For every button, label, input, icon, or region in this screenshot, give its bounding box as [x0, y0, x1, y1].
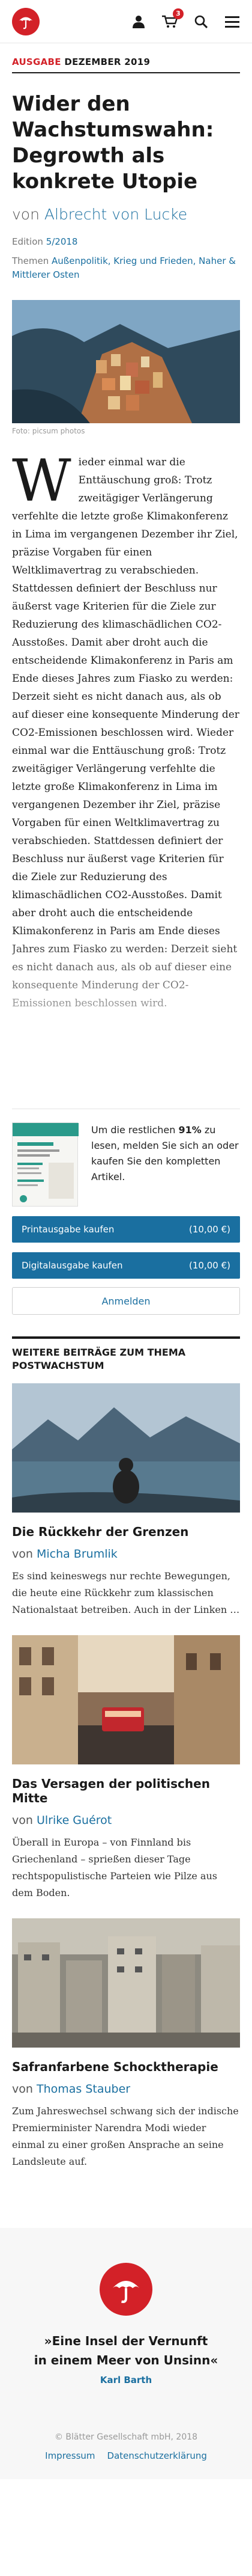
author-link[interactable]: Albrecht von Lucke	[44, 206, 187, 223]
teaser-card[interactable]: Die Rückkehr der Grenzen von Micha Bruml…	[12, 1383, 240, 1618]
user-icon[interactable]	[131, 14, 146, 29]
quote-line-1: »Eine Insel der Vernunft	[44, 2334, 208, 2348]
teaser-title[interactable]: Das Versagen der politischen Mitte	[12, 1776, 240, 1805]
article-title: Wider den Wachstumswahn: Degrowth als ko…	[12, 92, 214, 194]
teaser-image[interactable]	[12, 1635, 240, 1764]
page: 3 AUSGABE DEZEMBER 2019 Wider den Wachst…	[0, 0, 252, 2576]
teaser-card[interactable]: Safranfarbene Schocktherapie von Thomas …	[12, 1918, 240, 2170]
paywall-percent: 91%	[178, 1124, 202, 1136]
teaser-author-link[interactable]: Thomas Stauber	[37, 2082, 130, 2096]
menu-icon[interactable]	[224, 14, 240, 29]
paywall-text-before: Um die restlichen	[91, 1124, 179, 1136]
themes-label: Themen	[12, 255, 49, 266]
paywall-text: Um die restlichen 91% zu lesen, melden S…	[91, 1122, 240, 1207]
issue-bar: AUSGABE DEZEMBER 2019	[12, 43, 240, 73]
article-body: W ieder einmal war die Enttäuschung groß…	[12, 453, 240, 1085]
article-column: AUSGABE DEZEMBER 2019 Wider den Wachstum…	[0, 43, 252, 2170]
teaser-text: Überall in Europa – von Finnland bis Gri…	[12, 1837, 217, 1898]
search-icon[interactable]	[193, 14, 209, 29]
magazine-cover-image	[12, 1122, 79, 1207]
issue-prefix: AUSGABE	[12, 57, 61, 67]
teaser-image[interactable]	[12, 1383, 240, 1513]
drop-cap: W	[12, 453, 71, 515]
paywall-fade	[12, 928, 240, 1085]
header-tools: 3	[131, 8, 240, 29]
teaser-byline-prefix: von	[12, 1814, 33, 1827]
footer: »Eine Insel der Vernunft in einem Meer v…	[0, 2228, 252, 2479]
cart-icon[interactable]: 3	[162, 8, 184, 29]
top-bar: 3	[0, 0, 252, 43]
paywall-box: Um die restlichen 91% zu lesen, melden S…	[12, 1109, 240, 1207]
buy-digital-price: (10,00 €)	[189, 1260, 230, 1271]
photo-credit: Foto: picsum photos	[12, 427, 85, 435]
imprint-link[interactable]: Impressum	[45, 2450, 95, 2461]
article-byline: von Albrecht von Lucke	[12, 206, 240, 223]
issue-month[interactable]: DEZEMBER 2019	[64, 57, 150, 67]
footer-quote: »Eine Insel der Vernunft in einem Meer v…	[0, 2331, 252, 2370]
teaser-image[interactable]	[12, 1918, 240, 2048]
teaser-text: Zum Jahreswechsel schwang sich der indis…	[12, 2105, 239, 2167]
teaser-byline: von Thomas Stauber	[12, 2082, 240, 2096]
quote-author: Karl Barth	[100, 2375, 152, 2385]
teaser-card[interactable]: Das Versagen der politischen Mitte von U…	[12, 1635, 240, 1901]
cart-count-badge: 3	[173, 8, 184, 19]
teaser-text: Es sind keineswegs nur rechte Bewegungen…	[12, 1570, 240, 1615]
buy-print-label: Printausgabe kaufen	[22, 1224, 115, 1235]
byline-prefix: von	[12, 206, 40, 223]
buy-digital-label: Digitalausgabe kaufen	[22, 1260, 123, 1271]
teaser-byline: von Ulrike Guérot	[12, 1814, 240, 1827]
teaser-title[interactable]: Safranfarbene Schocktherapie	[12, 2060, 240, 2074]
buy-print-button[interactable]: Printausgabe kaufen (10,00 €)	[12, 1216, 240, 1243]
teaser-byline: von Micha Brumlik	[12, 1547, 240, 1561]
umbrella-logo-icon	[100, 2263, 152, 2316]
edition-line: Edition 5/2018	[12, 236, 240, 247]
related-heading: WEITERE BEITRÄGE ZUM THEMA POSTWACHSTUM	[12, 1336, 240, 1372]
buy-digital-button[interactable]: Digitalausgabe kaufen (10,00 €)	[12, 1252, 240, 1279]
teaser-byline-prefix: von	[12, 1547, 33, 1561]
teaser-byline-prefix: von	[12, 2082, 33, 2096]
edition-link[interactable]: 5/2018	[46, 236, 78, 247]
hero-image	[12, 300, 240, 423]
legal-links: Impressum Datenschutzerklärung	[0, 2450, 252, 2461]
edition-label: Edition	[12, 236, 43, 247]
quote-line-2: in einem Meer von Unsinn«	[34, 2353, 218, 2367]
login-button[interactable]: Anmelden	[12, 1287, 240, 1315]
teaser-title[interactable]: Die Rückkehr der Grenzen	[12, 1525, 240, 1539]
article-body-text: ieder einmal war die Enttäuschung groß: …	[12, 456, 239, 1009]
umbrella-logo-icon[interactable]	[12, 7, 40, 35]
themes-line: Themen Außenpolitik, Krieg und Frieden, …	[12, 254, 240, 282]
buy-print-price: (10,00 €)	[189, 1224, 230, 1235]
privacy-link[interactable]: Datenschutzerklärung	[107, 2450, 207, 2461]
copyright: © Blätter Gesellschaft mbH, 2018	[54, 2432, 198, 2442]
teaser-author-link[interactable]: Ulrike Guérot	[37, 1814, 112, 1827]
teaser-author-link[interactable]: Micha Brumlik	[37, 1547, 118, 1561]
